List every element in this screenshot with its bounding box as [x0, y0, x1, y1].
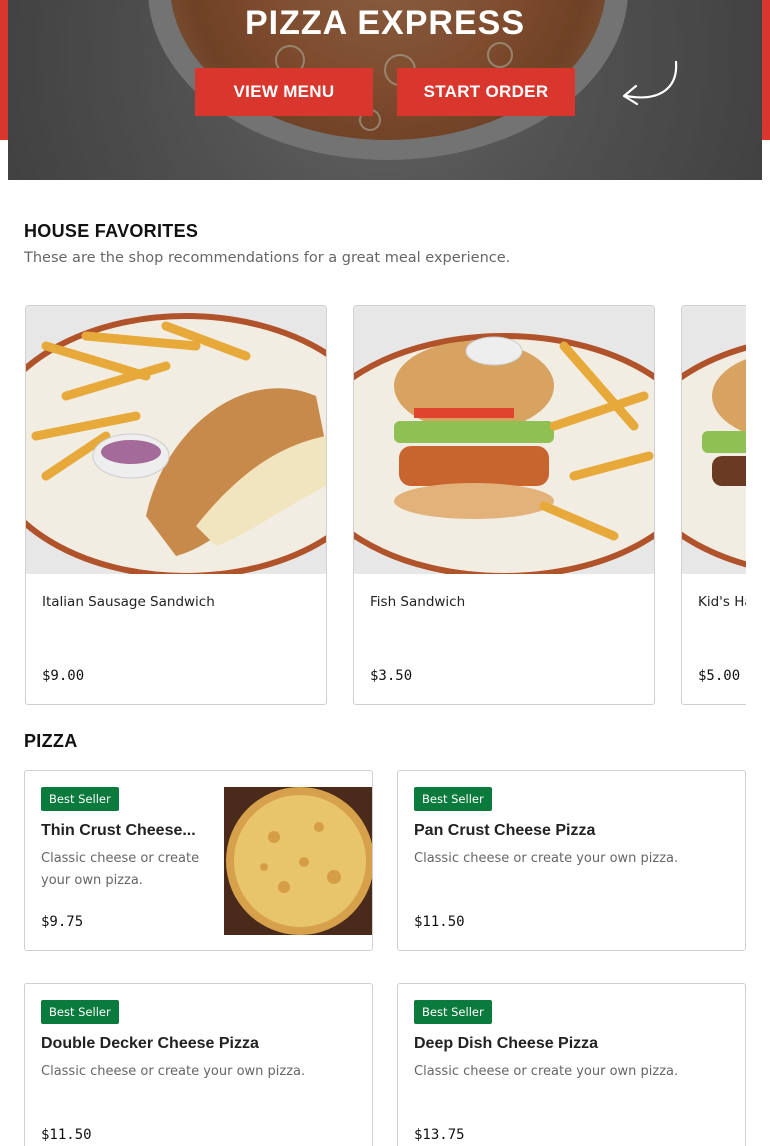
- hero-banner: PIZZA EXPRESS VIEW MENU START ORDER: [8, 0, 762, 180]
- pizza-description: Classic cheese or create your own pizza.: [41, 1064, 306, 1079]
- favorite-name: Italian Sausage Sandwich: [42, 594, 215, 610]
- food-image: [26, 306, 326, 579]
- pizza-name: Deep Dish Cheese Pizza: [414, 1035, 599, 1052]
- best-seller-badge: Best Seller: [41, 1000, 119, 1024]
- favorite-price: $9.00: [42, 668, 85, 684]
- curved-arrow-icon: [620, 58, 682, 115]
- best-seller-badge: Best Seller: [414, 787, 492, 811]
- pizza-price: $9.75: [41, 914, 84, 930]
- pizza-description: Classic cheese or create your own pizza.: [414, 851, 679, 866]
- food-image: [354, 306, 654, 579]
- pizza-card[interactable]: Best Seller Deep Dish Cheese Pizza Class…: [397, 983, 746, 1146]
- pizza-price: $11.50: [414, 914, 465, 930]
- house-favorites-title: HOUSE FAVORITES: [24, 221, 199, 241]
- favorite-card[interactable]: Fish Sandwich $3.50: [353, 305, 655, 705]
- pizza-name: Thin Crust Cheese...: [41, 822, 196, 839]
- pizza-image: [224, 787, 372, 935]
- house-favorites-carousel[interactable]: Italian Sausage Sandwich $9.00 Fish Sand…: [24, 305, 746, 706]
- favorite-name: Kid's Ha: [698, 594, 746, 610]
- pizza-description: Classic cheese or create your own pizza.: [414, 1064, 679, 1079]
- best-seller-badge: Best Seller: [41, 787, 119, 811]
- pizza-price: $13.75: [414, 1127, 465, 1143]
- pizza-name: Double Decker Cheese Pizza: [41, 1035, 259, 1052]
- pizza-description: Classic cheese or create your own pizza.: [41, 851, 200, 888]
- pizza-card[interactable]: Best Seller Thin Crust Cheese... Classic…: [24, 770, 373, 951]
- pizza-card[interactable]: Best Seller Double Decker Cheese Pizza C…: [24, 983, 373, 1146]
- food-image: [682, 306, 746, 574]
- pizza-price: $11.50: [41, 1127, 92, 1143]
- favorite-price: $5.00: [698, 668, 741, 684]
- pizza-name: Pan Crust Cheese Pizza: [414, 822, 596, 839]
- favorite-price: $3.50: [370, 668, 413, 684]
- pizza-card[interactable]: Best Seller Pan Crust Cheese Pizza Class…: [397, 770, 746, 951]
- favorite-card[interactable]: Kid's Ha $5.00: [681, 305, 746, 705]
- view-menu-button[interactable]: VIEW MENU: [195, 68, 373, 116]
- favorite-card[interactable]: Italian Sausage Sandwich $9.00: [25, 305, 327, 705]
- pizza-section-title: PIZZA: [24, 731, 78, 751]
- start-order-button[interactable]: START ORDER: [397, 68, 575, 116]
- best-seller-badge: Best Seller: [414, 1000, 492, 1024]
- hero-title: PIZZA EXPRESS: [244, 4, 526, 42]
- house-favorites-subtitle: These are the shop recommendations for a…: [24, 250, 511, 266]
- favorite-name: Fish Sandwich: [370, 594, 466, 610]
